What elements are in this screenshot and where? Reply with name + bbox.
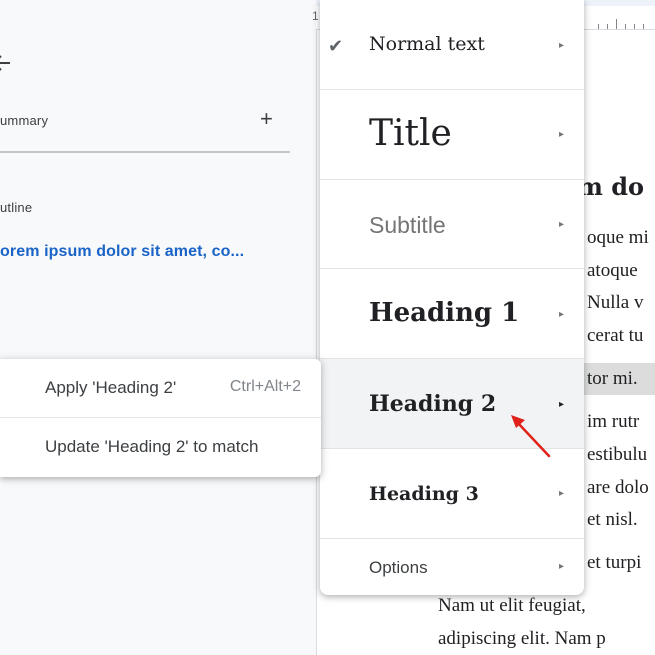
menu-item-subtitle[interactable]: Subtitle ▸ bbox=[320, 180, 584, 269]
doc-text-line[interactable]: estibulu bbox=[587, 444, 647, 466]
annotation-arrow-icon bbox=[511, 415, 551, 458]
doc-text-line[interactable]: oque mi bbox=[587, 227, 649, 249]
ruler-tick bbox=[625, 24, 626, 29]
check-icon: ✔ bbox=[328, 36, 344, 56]
menu-item-normal-text[interactable]: ✔ Normal text ▸ bbox=[320, 0, 584, 90]
doc-text-line[interactable]: atoque bbox=[587, 260, 638, 282]
doc-text-line[interactable]: cerat tu bbox=[587, 325, 643, 347]
doc-text-line[interactable]: Nulla v bbox=[587, 292, 643, 314]
summary-divider bbox=[0, 151, 290, 153]
menu-item-label: Normal text bbox=[369, 33, 485, 55]
update-heading-2-label: Update 'Heading 2' to match bbox=[45, 437, 259, 456]
doc-text-line[interactable]: tor mi. bbox=[587, 368, 638, 390]
document-outline-panel: ummary + utline orem ipsum dolor sit ame… bbox=[0, 0, 316, 655]
menu-item-label: Heading 2 bbox=[369, 391, 497, 417]
ruler-tick bbox=[616, 19, 617, 29]
update-heading-2-item[interactable]: Update 'Heading 2' to match bbox=[0, 418, 321, 477]
doc-text-line[interactable]: are dolo bbox=[587, 477, 649, 499]
summary-heading: ummary bbox=[0, 113, 49, 128]
doc-text-line[interactable]: adipiscing elit. Nam p bbox=[438, 628, 606, 650]
ruler-tick bbox=[634, 24, 635, 29]
doc-text-line[interactable]: et nisl. bbox=[587, 509, 638, 531]
outline-item-lorem[interactable]: orem ipsum dolor sit amet, co... bbox=[0, 243, 244, 261]
apply-heading-2-label: Apply 'Heading 2' bbox=[45, 378, 177, 397]
paragraph-styles-menu: ✔ Normal text ▸ Title ▸ Subtitle ▸ Headi… bbox=[320, 0, 584, 595]
menu-item-heading-1[interactable]: Heading 1 ▸ bbox=[320, 269, 584, 359]
menu-item-title[interactable]: Title ▸ bbox=[320, 90, 584, 180]
chevron-right-icon: ▸ bbox=[558, 399, 564, 410]
ruler-tick bbox=[643, 24, 644, 29]
ruler-tick bbox=[607, 24, 608, 29]
chevron-right-icon: ▸ bbox=[558, 219, 564, 230]
chevron-right-icon: ▸ bbox=[558, 40, 564, 51]
ruler-number: 1 bbox=[312, 9, 319, 23]
menu-item-label: Subtitle bbox=[369, 212, 446, 238]
ruler-tick bbox=[598, 24, 599, 29]
outline-heading: utline bbox=[0, 200, 33, 215]
apply-heading-2-item[interactable]: Apply 'Heading 2' Ctrl+Alt+2 bbox=[0, 359, 321, 418]
chevron-right-icon: ▸ bbox=[558, 561, 564, 572]
menu-item-options[interactable]: Options ▸ bbox=[320, 539, 584, 595]
add-summary-icon[interactable]: + bbox=[260, 108, 273, 130]
menu-item-label: Heading 3 bbox=[369, 483, 479, 505]
doc-text-line[interactable]: im rutr bbox=[587, 411, 639, 433]
back-arrow-icon[interactable] bbox=[0, 50, 16, 76]
chevron-right-icon: ▸ bbox=[558, 309, 564, 320]
doc-text-line[interactable]: Nam ut elit feugiat, bbox=[438, 595, 586, 617]
keyboard-shortcut: Ctrl+Alt+2 bbox=[229, 378, 301, 395]
chevron-right-icon: ▸ bbox=[558, 129, 564, 140]
doc-text-line[interactable]: et turpi bbox=[587, 552, 641, 574]
heading-2-submenu: Apply 'Heading 2' Ctrl+Alt+2 Update 'Hea… bbox=[0, 359, 321, 477]
menu-item-label: Options bbox=[369, 558, 428, 577]
menu-item-label: Title bbox=[369, 113, 452, 154]
menu-item-label: Heading 1 bbox=[369, 298, 520, 328]
chevron-right-icon: ▸ bbox=[558, 488, 564, 499]
